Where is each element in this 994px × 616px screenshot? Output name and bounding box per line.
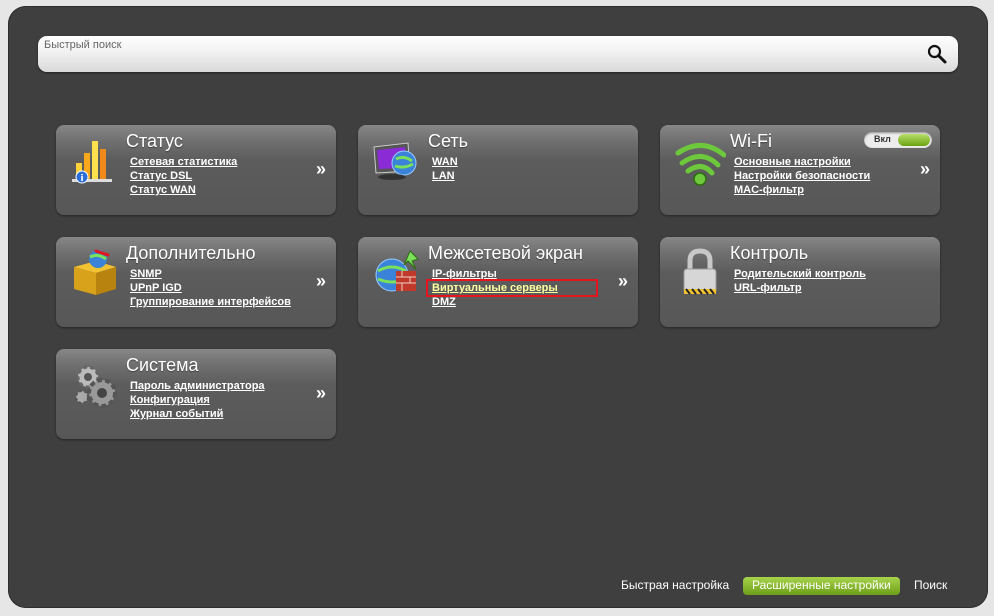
card-advanced-expand-button[interactable]: » — [316, 271, 326, 292]
wifi-toggle-label: Вкл — [874, 134, 891, 144]
link-virtual-servers[interactable]: Виртуальные серверы — [426, 279, 598, 297]
card-system-title: Система — [126, 355, 199, 375]
monitor-globe-icon — [373, 142, 417, 180]
card-control-title: Контроль — [730, 243, 809, 263]
link-dmz[interactable]: DMZ — [432, 295, 596, 309]
link-snmp[interactable]: SNMP — [130, 267, 291, 281]
card-advanced-links: SNMP UPnP IGD Группирование интерфейсов — [130, 267, 291, 309]
card-wifi-links: Основные настройки Настройки безопасност… — [734, 155, 870, 197]
link-mac-filter[interactable]: MAC-фильтр — [734, 183, 870, 197]
card-firewall: Межсетевой экран IP-фильтры Виртуальные … — [358, 237, 638, 327]
card-network: Сеть WAN LAN — [358, 125, 638, 215]
card-firewall-expand-button[interactable]: » — [618, 271, 628, 292]
card-status: i Статус Сетевая статистика Статус DSL С… — [56, 125, 336, 215]
card-control: Контроль Родительский контроль URL-фильт… — [660, 237, 940, 327]
card-status-title: Статус — [126, 131, 183, 151]
card-firewall-title: Межсетевой экран — [428, 243, 583, 263]
card-network-title: Сеть — [428, 131, 469, 151]
card-control-links: Родительский контроль URL-фильтр — [734, 267, 866, 295]
wifi-toggle-knob — [898, 134, 930, 146]
link-admin-password[interactable]: Пароль администратора — [130, 379, 265, 393]
nav-advanced-settings[interactable]: Расширенные настройки — [743, 577, 900, 595]
card-wifi-title: Wi-Fi — [730, 131, 772, 151]
globe-firewall-icon — [375, 250, 419, 292]
card-wifi: Wi-Fi Вкл Основные настройки Настройки б… — [660, 125, 940, 215]
nav-search[interactable]: Поиск — [914, 577, 947, 595]
gears-icon — [75, 365, 117, 408]
quick-search-bar — [38, 36, 958, 72]
link-dsl-status[interactable]: Статус DSL — [130, 169, 237, 183]
link-upnp-igd[interactable]: UPnP IGD — [130, 281, 291, 295]
nav-quick-setup[interactable]: Быстрая настройка — [621, 577, 729, 595]
box-icon — [74, 249, 116, 295]
card-firewall-links: IP-фильтры Виртуальные серверы DMZ — [426, 267, 598, 309]
search-icon[interactable] — [926, 43, 948, 65]
svg-text:i: i — [80, 174, 83, 184]
link-parental-control[interactable]: Родительский контроль — [734, 267, 866, 281]
link-wifi-security[interactable]: Настройки безопасности — [734, 169, 870, 183]
card-system: Система Пароль администратора Конфигурац… — [56, 349, 336, 439]
bottom-nav: Быстрая настройка Расширенные настройки … — [0, 577, 994, 597]
card-status-expand-button[interactable]: » — [316, 159, 326, 180]
link-lan[interactable]: LAN — [432, 169, 458, 183]
wifi-toggle[interactable]: Вкл — [864, 132, 932, 148]
quick-search-input[interactable] — [44, 38, 914, 52]
link-event-log[interactable]: Журнал событий — [130, 407, 265, 421]
card-system-links: Пароль администратора Конфигурация Журна… — [130, 379, 265, 421]
link-ip-filters[interactable]: IP-фильтры — [432, 267, 596, 281]
card-status-links: Сетевая статистика Статус DSL Статус WAN — [130, 155, 237, 197]
bar-chart-icon: i — [72, 141, 112, 184]
link-network-stats[interactable]: Сетевая статистика — [130, 155, 237, 169]
link-wan-status[interactable]: Статус WAN — [130, 183, 237, 197]
link-wifi-basic[interactable]: Основные настройки — [734, 155, 870, 169]
link-wan[interactable]: WAN — [432, 155, 458, 169]
padlock-icon — [683, 248, 717, 295]
card-advanced-title: Дополнительно — [126, 243, 256, 263]
link-configuration[interactable]: Конфигурация — [130, 393, 265, 407]
link-interface-grouping[interactable]: Группирование интерфейсов — [130, 295, 291, 309]
card-network-links: WAN LAN — [432, 155, 458, 183]
link-url-filter[interactable]: URL-фильтр — [734, 281, 866, 295]
card-system-expand-button[interactable]: » — [316, 383, 326, 404]
card-advanced: Дополнительно SNMP UPnP IGD Группировани… — [56, 237, 336, 327]
wifi-icon — [675, 143, 726, 186]
card-wifi-expand-button[interactable]: » — [920, 159, 930, 180]
